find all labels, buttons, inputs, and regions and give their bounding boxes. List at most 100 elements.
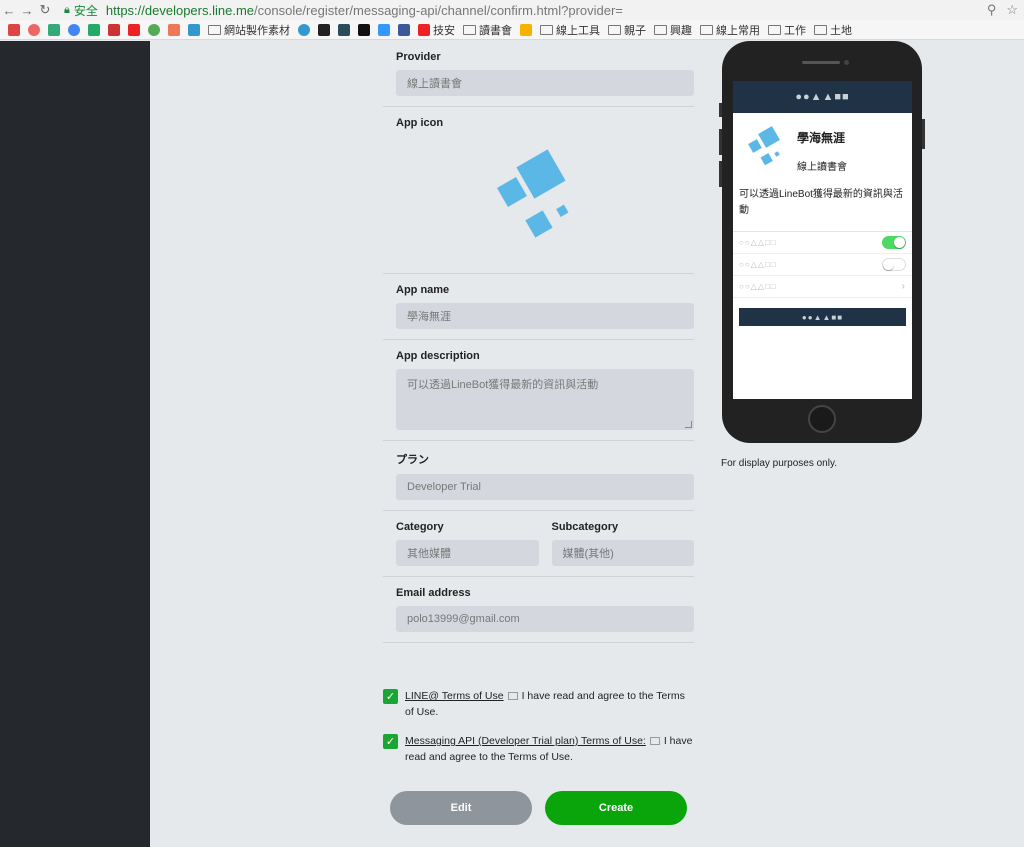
folder-icon	[768, 24, 781, 35]
bookmark-icon[interactable]	[28, 23, 40, 36]
bookmark-folder-4[interactable]: 親子	[608, 22, 646, 38]
subcategory-field: 媒體(其他)	[551, 540, 694, 566]
folder-icon	[208, 24, 221, 35]
medium-icon[interactable]	[358, 23, 370, 36]
bookmark-folder-8[interactable]: 土地	[814, 22, 852, 38]
preview-app-name: 學海無涯	[797, 131, 846, 145]
terms-section: ✓ LINE@ Terms of Use I have read and agre…	[383, 688, 694, 778]
reload-icon[interactable]: ↻	[36, 2, 54, 18]
category-label: Category	[396, 521, 444, 533]
bookmark-icon[interactable]	[148, 23, 160, 36]
app-name-section: App name 學海無涯	[383, 274, 694, 340]
phone-camera	[844, 60, 849, 65]
app-description-label: App description	[396, 350, 480, 362]
bookmark-icon[interactable]	[88, 23, 100, 36]
category-field: 其他媒體	[396, 540, 539, 566]
provider-label: Provider	[396, 51, 441, 63]
drive-icon[interactable]	[48, 23, 60, 36]
plan-field: Developer Trial	[396, 474, 694, 500]
preview-header: ●●▲▲■■	[733, 81, 912, 113]
bookmark-folder-7[interactable]: 工作	[768, 22, 806, 38]
chevron-right-icon: ›	[901, 281, 906, 292]
preview-app-info: 學海無涯 線上讀書會	[733, 113, 912, 173]
external-link-icon	[649, 737, 660, 746]
resize-handle-icon	[685, 421, 692, 428]
preview-row: ○○△△□□	[733, 254, 912, 276]
bookmark-icon[interactable]	[188, 23, 200, 36]
folder-icon	[700, 24, 713, 35]
gitlab-icon[interactable]	[168, 23, 180, 36]
display-note: For display purposes only.	[721, 458, 837, 469]
bookmark-icon[interactable]	[520, 23, 532, 36]
phone-home-button	[808, 405, 836, 433]
provider-section: Provider 線上讀書會	[383, 41, 694, 107]
app-name-label: App name	[396, 284, 450, 296]
bookmark-star-icon[interactable]: ☆	[1006, 2, 1018, 18]
phone-speaker	[802, 61, 840, 64]
preview-row: ○○△△□□ ›	[733, 276, 912, 298]
folder-icon	[463, 24, 476, 35]
bookmark-icon[interactable]	[298, 23, 310, 36]
line-terms-checkbox[interactable]: ✓	[383, 689, 398, 704]
phone-preview: ●●▲▲■■ 學海無涯 線上讀書會 可以透過LineBot獲得最新的資訊與活動 …	[719, 41, 925, 443]
email-label: Email address	[396, 587, 471, 599]
document-icon[interactable]	[318, 23, 330, 36]
subcategory-label: Subcategory	[551, 521, 619, 533]
api-terms-link[interactable]: Messaging API (Developer Trial plan) Ter…	[405, 735, 646, 747]
left-sidebar	[0, 41, 150, 847]
url-text[interactable]: https://developers.line.me/console/regis…	[106, 3, 623, 18]
preview-button: ●●▲▲■■	[739, 308, 906, 326]
create-button[interactable]: Create	[545, 791, 687, 825]
app-icon-section: App icon	[383, 107, 694, 274]
bookmark-icon[interactable]	[338, 23, 350, 36]
app-description-section: App description 可以透過LineBot獲得最新的資訊與活動	[383, 340, 694, 441]
plan-section: プラン Developer Trial	[383, 441, 694, 511]
folder-icon	[654, 24, 667, 35]
bookmarks-bar: 網站製作素材 技安 讀書會 線上工具 親子 興趣 線上常用 工作 土地	[0, 20, 1024, 40]
angular-icon[interactable]	[108, 23, 120, 36]
preview-app-icon	[748, 126, 780, 166]
youtube-icon[interactable]	[128, 23, 140, 36]
email-field: polo13999@gmail.com	[396, 606, 694, 632]
bookmark-folder-0[interactable]: 網站製作素材	[208, 22, 290, 38]
forward-icon[interactable]: →	[18, 3, 36, 18]
provider-field: 線上讀書會	[396, 70, 694, 96]
toggle-off-icon	[882, 258, 906, 271]
app-icon-label: App icon	[396, 117, 444, 129]
bookmark-folder-6[interactable]: 線上常用	[700, 22, 760, 38]
external-link-icon	[507, 692, 518, 701]
back-icon[interactable]: ←	[0, 3, 18, 18]
google-icon[interactable]	[68, 23, 80, 36]
gmail-icon[interactable]	[8, 23, 20, 36]
zoom-icon[interactable]: ⚲	[987, 2, 997, 18]
bookmark-icon[interactable]	[378, 23, 390, 36]
email-section: Email address polo13999@gmail.com	[383, 577, 694, 643]
bookmark-folder-3[interactable]: 線上工具	[540, 22, 600, 38]
lock-icon: 🔒︎	[64, 3, 70, 16]
facebook-icon[interactable]	[398, 23, 410, 36]
browser-address-bar: ← → ↻ 🔒︎ 安全 https://developers.line.me/c…	[0, 0, 1024, 20]
edit-button[interactable]: Edit	[390, 791, 532, 825]
preview-provider: 線上讀書會	[797, 162, 847, 173]
folder-icon	[540, 24, 553, 35]
secure-label: 安全	[73, 3, 98, 18]
phone-screen: ●●▲▲■■ 學海無涯 線上讀書會 可以透過LineBot獲得最新的資訊與活動 …	[733, 81, 912, 399]
line-terms-link[interactable]: LINE@ Terms of Use	[405, 690, 504, 702]
category-section: Category 其他媒體 Subcategory 媒體(其他)	[383, 511, 694, 577]
folder-icon	[814, 24, 827, 35]
line-terms-row: ✓ LINE@ Terms of Use I have read and agre…	[383, 688, 694, 720]
bookmark-folder-5[interactable]: 興趣	[654, 22, 692, 38]
api-terms-row: ✓ Messaging API (Developer Trial plan) T…	[383, 733, 694, 765]
channel-confirm-form: Provider 線上讀書會 App icon App name 學海無涯 Ap…	[383, 41, 694, 643]
app-name-field: 學海無涯	[396, 303, 694, 329]
preview-row: ○○△△□□	[733, 232, 912, 254]
app-icon-image	[496, 149, 569, 238]
app-description-field: 可以透過LineBot獲得最新的資訊與活動	[396, 369, 694, 430]
api-terms-checkbox[interactable]: ✓	[383, 734, 398, 749]
plan-label: プラン	[396, 454, 429, 466]
preview-settings: ○○△△□□ ○○△△□□ ○○△△□□ ›	[733, 231, 912, 298]
bookmark-item-1[interactable]: 技安	[418, 22, 455, 38]
bookmark-folder-2[interactable]: 讀書會	[463, 22, 512, 38]
toggle-on-icon	[882, 236, 906, 249]
folder-icon	[608, 24, 621, 35]
